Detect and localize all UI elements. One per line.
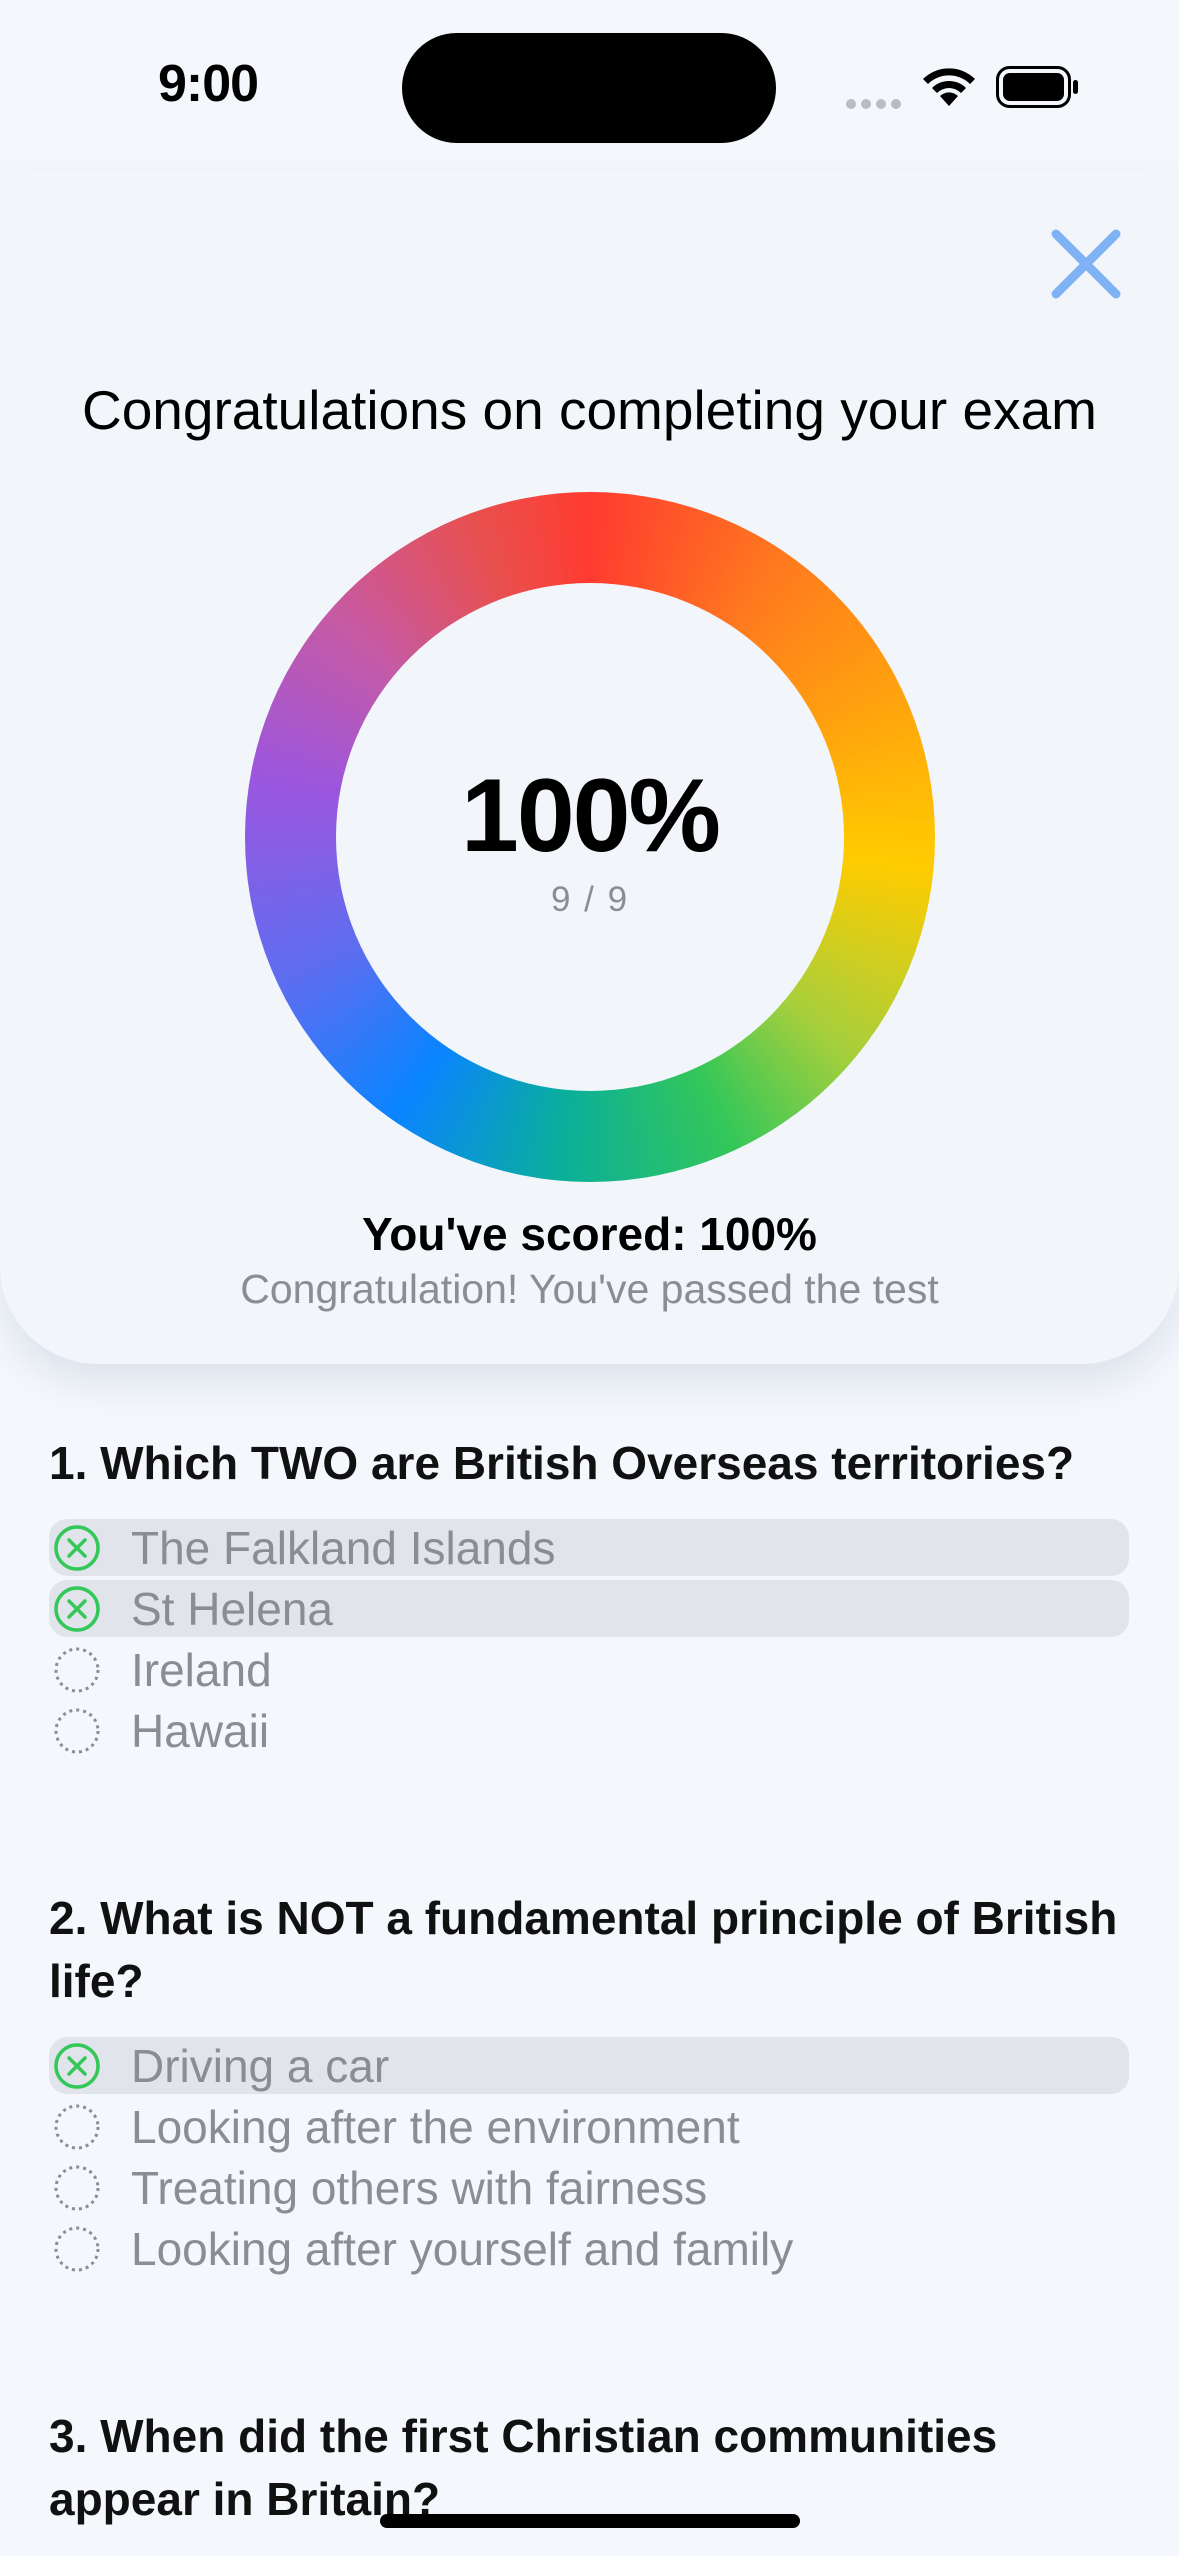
answer-option[interactable]: Ireland xyxy=(49,1641,1129,1698)
score-fraction: 9 / 9 xyxy=(550,880,630,919)
unselected-radio-icon xyxy=(54,2165,100,2210)
answer-label: Ireland xyxy=(131,1643,272,1696)
answer-option[interactable]: Hawaii xyxy=(49,1702,1129,1759)
close-button[interactable] xyxy=(1046,224,1126,304)
scored-line: You've scored: 100% xyxy=(362,1208,817,1260)
question-3: 3. When did the first Christian communit… xyxy=(49,2405,1129,2531)
cellular-signal-icon xyxy=(846,96,906,109)
answer-label: Driving a car xyxy=(131,2039,390,2092)
dynamic-island xyxy=(402,33,776,143)
correct-check-icon xyxy=(54,2042,100,2089)
question-1: 1. Which TWO are British Overseas territ… xyxy=(49,1432,1129,1763)
correct-check-icon xyxy=(54,1524,100,1571)
correct-check-icon xyxy=(54,1585,100,1632)
question-text: 1. Which TWO are British Overseas territ… xyxy=(49,1437,1075,1489)
passed-line: Congratulation! You've passed the test xyxy=(240,1266,939,1312)
question-text: 3. When did the first Christian communit… xyxy=(49,2410,998,2525)
answer-options: The Falkland Islands St Helena Ireland H… xyxy=(49,1519,1129,1759)
close-x-icon xyxy=(1051,229,1121,299)
unselected-radio-icon xyxy=(54,1708,100,1753)
wifi-icon xyxy=(923,68,975,106)
score-ring: 100% 9 / 9 xyxy=(245,492,935,1182)
question-2: 2. What is NOT a fundamental principle o… xyxy=(49,1887,1129,2281)
results-title: Congratulations on completing your exam xyxy=(81,379,1097,441)
status-bar: 9:00 xyxy=(0,0,1179,170)
answer-label: The Falkland Islands xyxy=(131,1521,556,1574)
answer-options: Driving a car Looking after the environm… xyxy=(49,2037,1129,2277)
score-percent: 100% xyxy=(461,758,721,874)
answer-label: Treating others with fairness xyxy=(131,2161,708,2214)
answer-option[interactable]: Driving a car xyxy=(49,2037,1129,2094)
answer-option[interactable]: Treating others with fairness xyxy=(49,2159,1129,2216)
answer-option[interactable]: Looking after yourself and family xyxy=(49,2220,1129,2277)
answer-option[interactable]: St Helena xyxy=(49,1580,1129,1637)
answer-option[interactable]: The Falkland Islands xyxy=(49,1519,1129,1576)
unselected-radio-icon xyxy=(54,1647,100,1692)
battery-icon xyxy=(996,66,1078,108)
status-time: 9:00 xyxy=(158,55,259,113)
answer-label: Hawaii xyxy=(131,1704,270,1757)
unselected-radio-icon xyxy=(54,2226,100,2271)
answer-label: Looking after yourself and family xyxy=(131,2222,794,2275)
answer-label: St Helena xyxy=(131,1582,334,1635)
question-text: 2. What is NOT a fundamental principle o… xyxy=(49,1892,1118,2007)
answer-label: Looking after the environment xyxy=(131,2100,740,2153)
unselected-radio-icon xyxy=(54,2104,100,2149)
answer-option[interactable]: Looking after the environment xyxy=(49,2098,1129,2155)
home-indicator[interactable] xyxy=(380,2514,800,2528)
